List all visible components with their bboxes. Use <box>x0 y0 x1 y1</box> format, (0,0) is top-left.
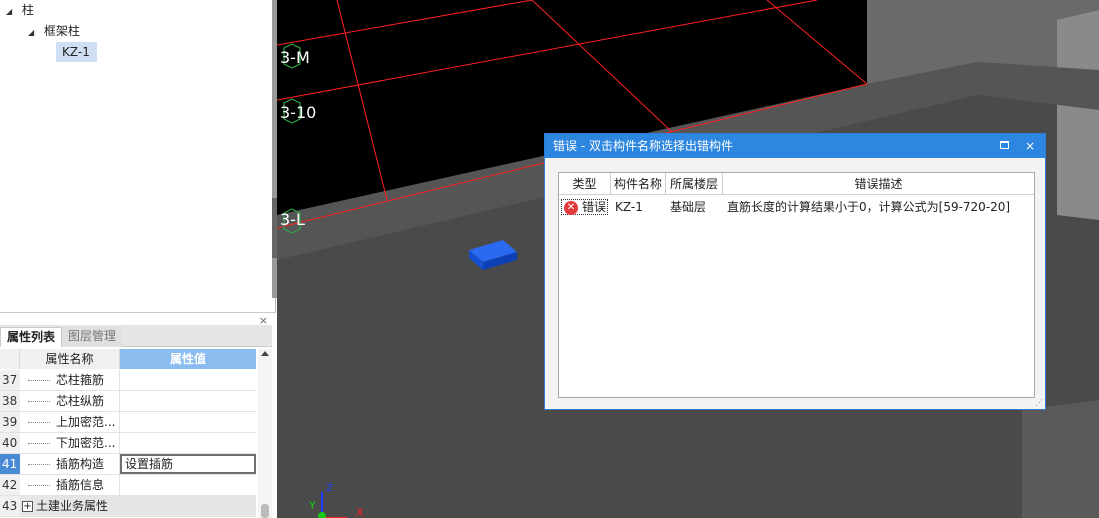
error-table: 类型 构件名称 所属楼层 错误描述 ✕ 错误 KZ-1 基础层 直筋长度的计算结果… <box>558 172 1035 398</box>
component-name-cell[interactable]: KZ-1 <box>615 196 643 218</box>
property-value[interactable] <box>120 391 256 411</box>
scroll-up-icon[interactable] <box>261 351 269 356</box>
scroll-thumb[interactable] <box>261 504 269 518</box>
table-row-selected[interactable]: 41 插筋构造 设置插筋 <box>0 454 256 475</box>
error-icon: ✕ <box>564 200 578 215</box>
axis-label: 3-10 <box>280 103 317 122</box>
x-axis-label: X <box>356 506 364 518</box>
wall-block-right <box>1057 10 1099 220</box>
axis-label: 3-L <box>280 210 305 229</box>
properties-panel: × 属性列表 图层管理 属性名称 属性值 37 芯柱箍筋 38 芯柱纵筋 39 … <box>0 312 276 518</box>
row-number: 37 <box>0 370 20 390</box>
column-header-floor[interactable]: 所属楼层 <box>666 173 723 195</box>
component-tree: ◢ 柱 ◢ 框架柱 KZ-1 <box>0 0 272 310</box>
error-type-cell[interactable]: ✕ 错误 <box>561 196 609 218</box>
column-header-name[interactable]: 属性名称 <box>20 349 120 369</box>
tree-node-frame-column[interactable]: ◢ 框架柱 <box>28 21 80 41</box>
dialog-title: 错误 - 双击构件名称选择出错构件 <box>553 139 733 153</box>
wall-block-bottom <box>1022 400 1099 518</box>
row-number: 39 <box>0 412 20 432</box>
property-name: 上加密范... <box>20 412 120 432</box>
y-axis-label: Y <box>309 499 316 512</box>
z-axis-label: Z <box>326 483 333 494</box>
row-number: 43 <box>0 496 20 516</box>
column-header-type[interactable]: 类型 <box>559 173 611 195</box>
tree-collapse-icon[interactable]: ◢ <box>6 2 18 22</box>
row-number: 41 <box>0 454 20 474</box>
property-name: 芯柱箍筋 <box>20 370 120 390</box>
grid-scrollbar[interactable] <box>258 349 272 518</box>
tab-layer-management[interactable]: 图层管理 <box>62 327 123 347</box>
table-row-group[interactable]: 43 + 土建业务属性 <box>0 496 256 517</box>
column-header-component[interactable]: 构件名称 <box>611 173 666 195</box>
tree-node-label: KZ-1 <box>62 45 90 59</box>
property-value[interactable] <box>120 412 256 432</box>
left-panel: ◢ 柱 ◢ 框架柱 KZ-1 × 属性列表 图层管理 属性名称 属性值 37 芯… <box>0 0 277 518</box>
maximize-icon[interactable] <box>1000 141 1009 149</box>
table-row[interactable]: 42 插筋信息 <box>0 475 256 496</box>
property-value-editor[interactable]: 设置插筋 <box>120 454 256 474</box>
axis-label: 3-M <box>280 48 310 67</box>
tree-node-column[interactable]: ◢ 柱 <box>6 0 34 20</box>
props-tabs: 属性列表 图层管理 <box>0 325 272 347</box>
expand-icon[interactable]: + <box>22 501 33 512</box>
floor-cell[interactable]: 基础层 <box>670 196 706 218</box>
row-number: 40 <box>0 433 20 453</box>
tree-node-kz1[interactable]: KZ-1 <box>56 42 97 62</box>
table-row[interactable]: 37 芯柱箍筋 <box>0 370 256 391</box>
column-header-description[interactable]: 错误描述 <box>723 173 1034 195</box>
column-header-value[interactable]: 属性值 <box>120 349 256 369</box>
tab-properties[interactable]: 属性列表 <box>0 327 63 347</box>
row-number: 38 <box>0 391 20 411</box>
property-name: 芯柱纵筋 <box>20 391 120 411</box>
row-number: 42 <box>0 475 20 495</box>
table-row[interactable]: 38 芯柱纵筋 <box>0 391 256 412</box>
table-row[interactable]: 40 下加密范... <box>0 433 256 454</box>
property-name: 下加密范... <box>20 433 120 453</box>
description-cell[interactable]: 直筋长度的计算结果小于0，计算公式为[59-720-20] <box>727 196 1010 218</box>
table-row[interactable]: 39 上加密范... <box>0 412 256 433</box>
tree-node-label: 柱 <box>21 3 34 17</box>
app-root: ◢ 柱 ◢ 框架柱 KZ-1 × 属性列表 图层管理 属性名称 属性值 37 芯… <box>0 0 1099 518</box>
property-value[interactable] <box>120 433 256 453</box>
tree-node-label: 框架柱 <box>43 24 80 38</box>
property-group-name: + 土建业务属性 <box>20 496 256 516</box>
resize-grip-icon[interactable]: ⋰ <box>1035 398 1043 407</box>
property-value[interactable] <box>120 475 256 495</box>
property-name: 插筋信息 <box>20 475 120 495</box>
grid-corner <box>0 349 20 369</box>
close-icon[interactable]: × <box>1025 134 1035 158</box>
property-value[interactable] <box>120 370 256 390</box>
property-name: 插筋构造 <box>20 454 120 474</box>
tree-collapse-icon[interactable]: ◢ <box>28 23 40 43</box>
dialog-title-bar[interactable]: 错误 - 双击构件名称选择出错构件 <box>545 134 1045 158</box>
error-dialog: 错误 - 双击构件名称选择出错构件 × 类型 构件名称 所属楼层 错误描述 ✕ 错… <box>544 133 1046 410</box>
